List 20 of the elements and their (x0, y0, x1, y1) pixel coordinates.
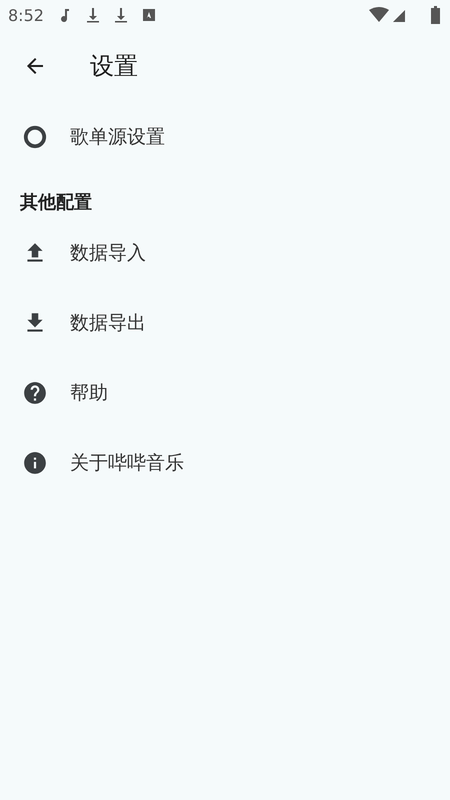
battery-icon (431, 6, 440, 24)
help-icon (22, 380, 48, 406)
item-label: 数据导入 (70, 241, 146, 266)
item-label: 歌单源设置 (70, 125, 165, 150)
item-label: 关于哔哔音乐 (70, 451, 184, 476)
settings-item[interactable]: 关于哔哔音乐 (0, 428, 450, 498)
item-label: 数据导出 (70, 311, 146, 336)
item-label: 帮助 (70, 381, 108, 406)
settings-item[interactable]: 歌单源设置 (0, 102, 450, 172)
circle-icon (22, 124, 48, 150)
download-icon (86, 7, 100, 23)
settings-item[interactable]: 数据导出 (0, 288, 450, 358)
page-title: 设置 (90, 51, 138, 82)
settings-item[interactable]: 数据导入 (0, 218, 450, 288)
section-header: 其他配置 (19, 191, 93, 215)
settings-item[interactable]: 帮助 (0, 358, 450, 428)
status-time: 8:52 (8, 6, 44, 24)
app-notification-icon (142, 7, 156, 23)
info-icon (22, 450, 48, 476)
download-icon (114, 7, 128, 23)
